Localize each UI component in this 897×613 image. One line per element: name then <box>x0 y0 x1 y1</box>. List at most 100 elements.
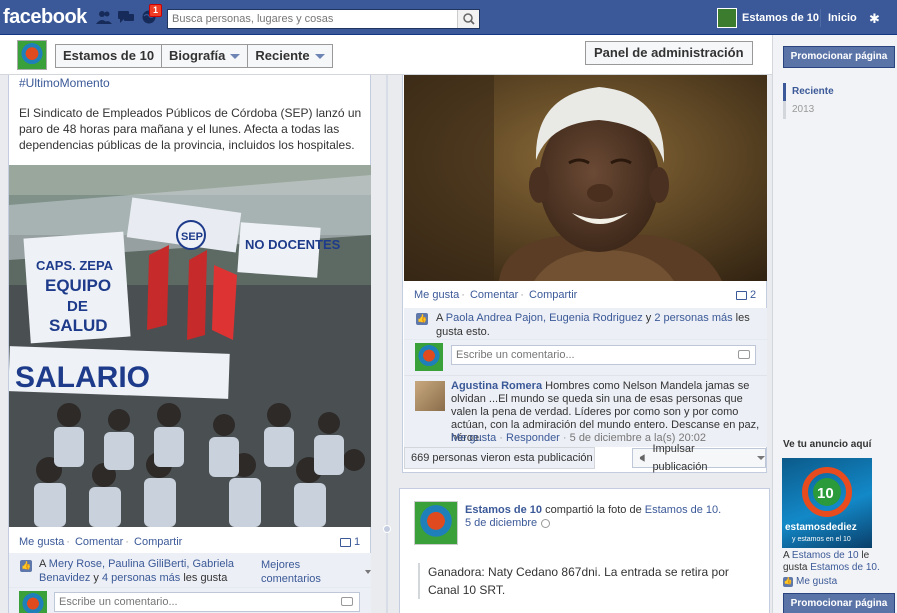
banner-text: CAPS. ZEPA <box>36 258 114 273</box>
promote-page-button-bottom[interactable]: Promocionar página <box>783 593 895 613</box>
shared-photo-link[interactable]: Estamos de 10. <box>645 504 721 516</box>
friend-requests-icon[interactable] <box>96 10 112 24</box>
banner-text: SEP <box>181 231 203 243</box>
recent-label: Reciente <box>255 48 310 63</box>
messages-icon[interactable] <box>118 10 134 24</box>
right-sidebar: Promocionar página Reciente 2013 Ve tu a… <box>772 35 897 613</box>
recent-dropdown[interactable]: Reciente <box>248 45 331 67</box>
post-actions: Me gusta · Comentar · Compartir <box>414 289 578 301</box>
post-actions: Me gusta · Comentar · Compartir <box>19 536 183 548</box>
camera-icon[interactable] <box>738 350 750 359</box>
comment-composer <box>404 339 767 375</box>
hashtag-link[interactable]: #UltimoMomento <box>19 75 110 91</box>
timeline-scrubber: Reciente 2013 <box>783 83 834 119</box>
comment-link[interactable]: Comentar <box>470 289 518 301</box>
banner-text: EQUIPO <box>45 276 111 295</box>
comment-count[interactable]: 2 <box>736 289 756 301</box>
author-name-link[interactable]: Estamos de 10 <box>465 504 542 516</box>
comment-like-link[interactable]: Me gusta <box>451 432 496 444</box>
search-icon <box>463 13 475 25</box>
post-photo-mandela[interactable] <box>404 75 767 281</box>
chevron-down-icon <box>757 456 765 460</box>
camera-icon[interactable] <box>341 597 353 606</box>
best-comments-dropdown[interactable]: Mejores comentarios <box>261 558 371 586</box>
settings-gear-icon[interactable]: ✱ <box>869 11 880 27</box>
commenter-avatar <box>415 343 443 371</box>
banner-text: DE <box>67 298 88 315</box>
share-link[interactable]: Compartir <box>529 289 577 301</box>
comment-author-link[interactable]: Agustina Romera <box>451 380 542 392</box>
share-link[interactable]: Compartir <box>134 536 182 548</box>
like-link[interactable]: Me gusta <box>414 289 459 301</box>
likes-summary: 👍 A Paola Andrea Pajon, Eugenia Rodrigue… <box>404 308 767 339</box>
shared-quote: Ganadora: Naty Cedano 867dni. La entrada… <box>418 563 754 599</box>
post-card-mandela: Me gusta · Comentar · Compartir 2 👍 A Paol… <box>402 75 767 473</box>
ad-heading[interactable]: Ve tu anuncio aquí <box>783 439 871 450</box>
scrubber-year-2013[interactable]: 2013 <box>783 101 834 119</box>
scrubber-recent[interactable]: Reciente <box>792 83 834 101</box>
ad-text-prefix: A <box>783 550 792 561</box>
thumbs-up-icon: 👍 <box>783 576 793 587</box>
promote-page-button[interactable]: Promocionar página <box>783 46 895 68</box>
ad-page-link-2[interactable]: Estamos de 10. <box>810 562 879 573</box>
post-card-shared-photo: Estamos de 10 compartió la foto de Estam… <box>399 488 770 613</box>
likes-text: A Paola Andrea Pajon, Eugenia Rodriguez … <box>436 311 761 339</box>
likes-more-link[interactable]: 4 personas más <box>102 572 180 584</box>
ad-like-button[interactable]: 👍 Me gusta <box>783 576 837 587</box>
post-reach[interactable]: 669 personas vieron esta publicación <box>404 447 595 469</box>
ad-banner-text: estamosdediez <box>785 522 857 533</box>
banner-text: SALARIO <box>15 361 150 394</box>
page-name-link[interactable]: Estamos de 10 <box>742 12 819 24</box>
search-box <box>167 9 480 29</box>
comment-reply-link[interactable]: Responder <box>506 432 560 444</box>
banner-text: SALUD <box>49 316 108 335</box>
page-avatar[interactable] <box>17 40 47 70</box>
post-author-line: Estamos de 10 compartió la foto de Estam… <box>465 504 721 516</box>
boost-post-button[interactable]: Impulsar publicación <box>632 443 766 473</box>
comment-input[interactable] <box>54 592 360 612</box>
timeline-dot <box>383 525 391 533</box>
top-bar: facebook 1 Estamos de 10 Inicio ✱ <box>0 0 897 35</box>
boost-label: Impulsar publicación <box>652 443 708 473</box>
chevron-down-icon <box>365 570 371 574</box>
divider <box>820 9 821 27</box>
post-date-link[interactable]: 5 de diciembre <box>465 517 537 529</box>
page-avatar-small[interactable] <box>717 8 737 28</box>
ad-page-link[interactable]: Estamos de 10 <box>792 550 859 561</box>
svg-text:10: 10 <box>817 485 834 502</box>
banner-text: NO DOCENTES <box>245 237 341 252</box>
ad-text: A Estamos de 10 le gusta Estamos de 10. <box>783 550 895 574</box>
search-input[interactable] <box>168 10 453 28</box>
comment-count-value: 1 <box>354 536 361 548</box>
thumbs-up-icon: 👍 <box>20 560 32 572</box>
facebook-logo[interactable]: facebook <box>3 6 87 29</box>
likes-middle: y <box>642 312 655 324</box>
chevron-down-icon <box>230 53 241 59</box>
notification-count-badge: 1 <box>149 4 163 17</box>
like-link[interactable]: Me gusta <box>19 536 64 548</box>
post-text: El Sindicato de Empleados Públicos de Có… <box>19 106 362 152</box>
comment-count-value: 2 <box>750 289 757 301</box>
comment-link[interactable]: Comentar <box>75 536 123 548</box>
comment-count[interactable]: 1 <box>340 536 360 548</box>
comment-input[interactable] <box>451 345 756 365</box>
search-button[interactable] <box>457 10 479 28</box>
commenter-avatar[interactable] <box>415 381 445 411</box>
home-link[interactable]: Inicio <box>828 12 857 24</box>
comment-composer <box>9 587 371 613</box>
likes-names-link[interactable]: Paola Andrea Pajon, Eugenia Rodriguez <box>446 312 643 324</box>
post-photo-protest[interactable]: CAPS. ZEPA EQUIPO DE SALUD NO DOCENTES S… <box>9 165 371 527</box>
ad-image[interactable]: 10 estamosdediez y estamos en el 10 <box>782 458 872 548</box>
page-name-label: Estamos de 10 <box>63 48 155 63</box>
page-name-button[interactable]: Estamos de 10 <box>56 45 163 67</box>
likes-more-link[interactable]: 2 personas más <box>654 312 732 324</box>
author-avatar[interactable] <box>414 501 458 545</box>
admin-panel-button[interactable]: Panel de administración <box>585 41 753 65</box>
ad-banner-subtext: y estamos en el 10 <box>792 536 851 543</box>
page-header: Estamos de 10 Biografía Reciente Panel d… <box>0 35 772 75</box>
chevron-down-icon <box>314 53 325 59</box>
likes-middle: y <box>90 572 102 584</box>
page-nav: Estamos de 10 Biografía Reciente <box>55 44 333 68</box>
likes-summary: 👍 A Mery Rose, Paulina GiliBerti, Gabrie… <box>9 553 371 598</box>
biography-dropdown[interactable]: Biografía <box>162 45 249 67</box>
